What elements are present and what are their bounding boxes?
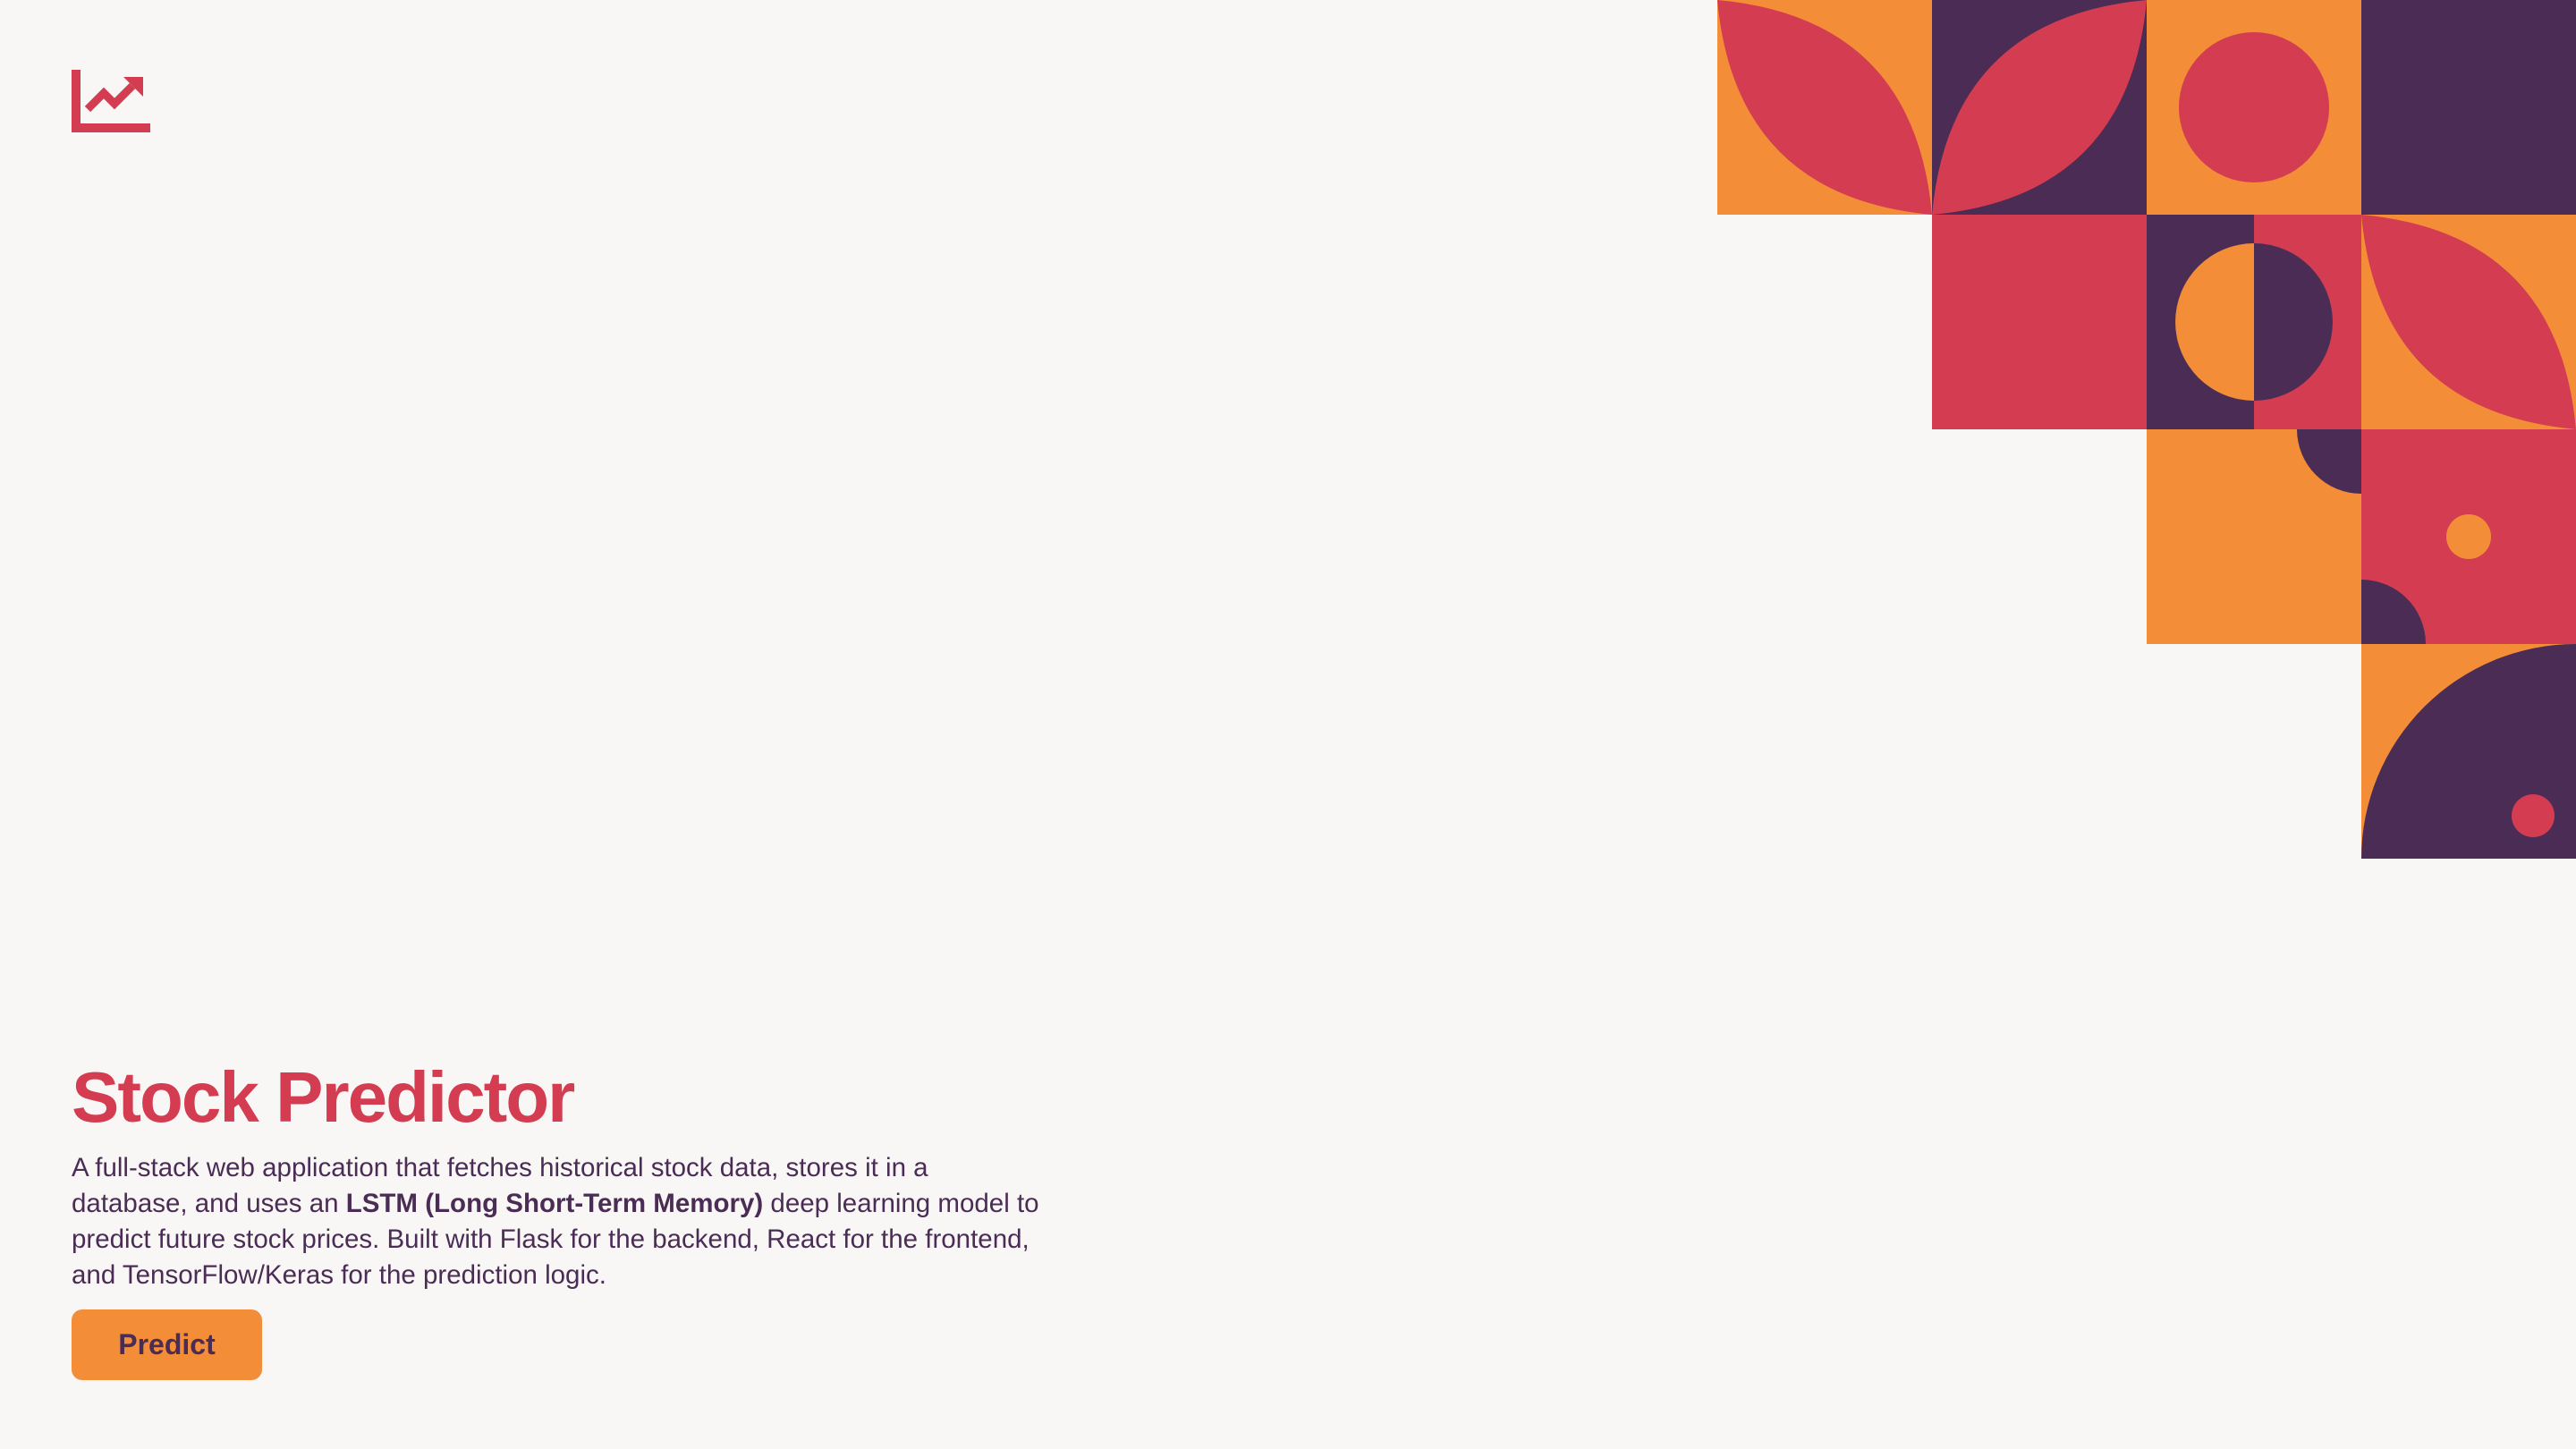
hero-section: Stock Predictor A full-stack web applica…	[72, 1061, 1055, 1380]
geometric-mosaic-decoration	[1717, 0, 2576, 859]
page-title: Stock Predictor	[72, 1057, 575, 1137]
description-highlight: LSTM (Long Short-Term Memory)	[345, 1189, 764, 1218]
predict-button[interactable]: Predict	[72, 1309, 262, 1380]
trending-up-chart-icon	[72, 70, 150, 132]
hero-description: A full-stack web application that fetche…	[72, 1150, 1046, 1293]
